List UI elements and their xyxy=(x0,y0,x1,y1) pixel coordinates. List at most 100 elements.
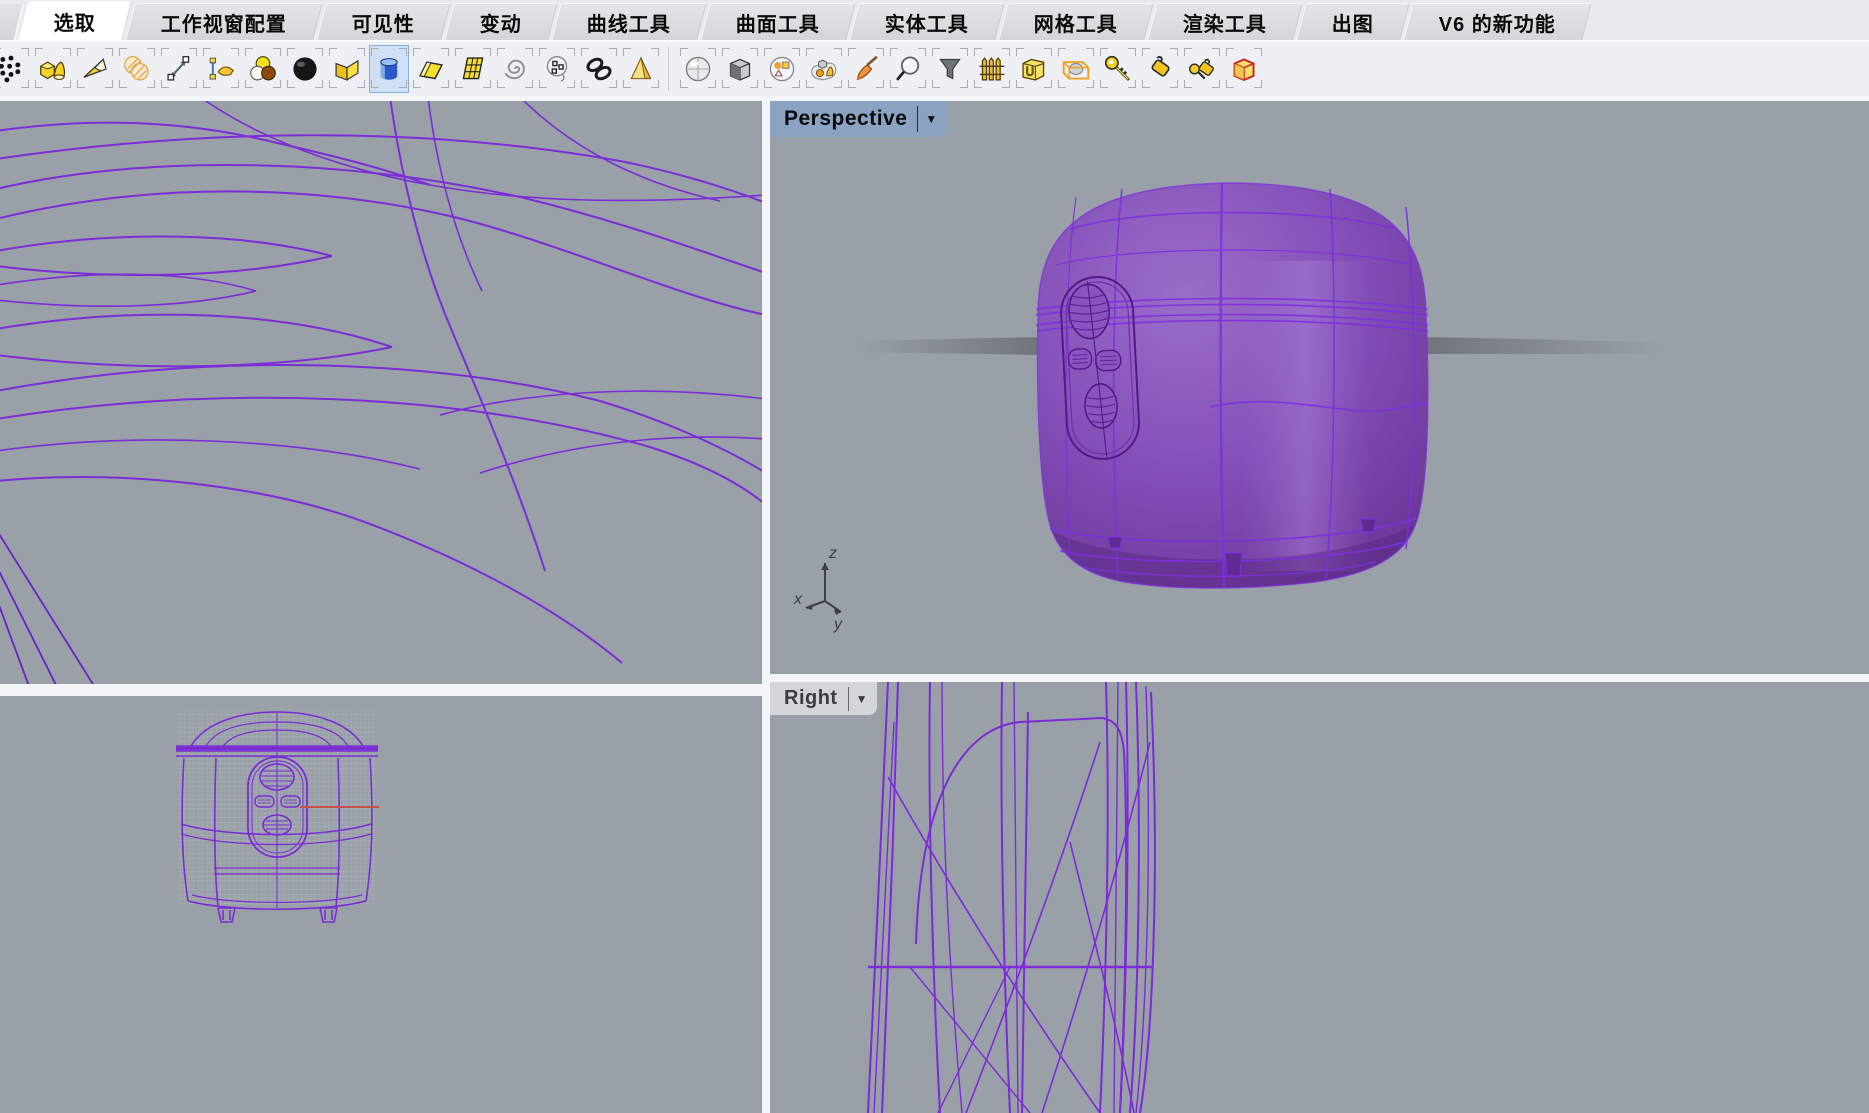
tab-0[interactable]: 选取 xyxy=(18,1,132,40)
gray-sphere-icon xyxy=(683,54,713,84)
tag-icon xyxy=(1145,54,1175,84)
tool-yellow-surface[interactable] xyxy=(412,46,450,92)
tab-label: 曲面工具 xyxy=(736,8,820,37)
viewport-area: z x y Perspective ▼ xyxy=(0,96,1869,1113)
chevron-down-icon[interactable]: ▼ xyxy=(856,692,878,706)
tab-8[interactable]: 渲染工具 xyxy=(1147,3,1302,40)
tool-gray-cube[interactable] xyxy=(721,46,759,92)
ruler-hand-icon xyxy=(206,54,236,84)
tab-label: 曲线工具 xyxy=(587,8,671,37)
tool-hatched-circles[interactable] xyxy=(118,46,156,92)
rice-cooker-model xyxy=(1036,183,1428,588)
cone-slice-icon xyxy=(80,54,110,84)
spiral-icon xyxy=(500,54,530,84)
shadow-plane-left xyxy=(855,337,1038,355)
shapes-circle-icon xyxy=(767,54,797,84)
rhino-app-window: 选取工作视窗配置 可见性 变动 曲线工具 曲面工具 实体工具网格工具 渲染工具 出图 V6 的新… xyxy=(0,0,1869,1113)
right-view-canvas xyxy=(770,682,1869,1113)
key-tag-icon xyxy=(1187,54,1217,84)
tab-label: 变动 xyxy=(480,8,522,37)
move-scale-arrow-icon xyxy=(164,54,194,84)
viewport-label-text: Perspective xyxy=(784,107,907,131)
solids-group-icon xyxy=(809,54,839,84)
magnifier-icon xyxy=(893,54,923,84)
box-cone-icon xyxy=(38,54,68,84)
tab-3[interactable]: 变动 xyxy=(444,3,557,40)
tab-label: V6 的新功能 xyxy=(1439,8,1556,37)
funnel-filter-icon xyxy=(935,54,965,84)
tool-tag[interactable] xyxy=(1141,46,1179,92)
tool-spiral[interactable] xyxy=(496,46,534,92)
dots-grid-icon xyxy=(0,54,26,84)
top-left-wireframe xyxy=(0,101,762,684)
tab-bar: 选取工作视窗配置 可见性 变动 曲线工具 曲面工具 实体工具网格工具 渲染工具 出图 V6 的新… xyxy=(0,0,1869,42)
gray-cube-icon xyxy=(725,54,755,84)
tool-gray-sphere[interactable] xyxy=(679,46,717,92)
tool-key-tag[interactable] xyxy=(1183,46,1221,92)
tab-6[interactable]: 实体工具 xyxy=(849,3,1004,40)
pyramid-icon xyxy=(626,54,656,84)
tool-chain-links[interactable] xyxy=(580,46,618,92)
tab-label: 渲染工具 xyxy=(1183,8,1267,37)
tab-5[interactable]: 曲面工具 xyxy=(700,3,855,40)
tab-label: 出图 xyxy=(1332,8,1374,37)
tab-label: 实体工具 xyxy=(885,8,969,37)
axis-x-label: x xyxy=(793,591,803,608)
tool-dots-grid[interactable] xyxy=(0,46,30,92)
yellow-surface-icon xyxy=(416,54,446,84)
label-separator xyxy=(848,687,849,711)
tool-solids-group[interactable] xyxy=(805,46,843,92)
tool-grid-surface[interactable] xyxy=(454,46,492,92)
tool-magnifier[interactable] xyxy=(889,46,927,92)
wire-box-icon xyxy=(1061,54,1091,84)
tool-open-sheet[interactable] xyxy=(328,46,366,92)
viewport-label-perspective[interactable]: Perspective ▼ xyxy=(770,101,947,137)
tool-three-spheres[interactable] xyxy=(244,46,282,92)
tab-2[interactable]: 可见性 xyxy=(316,3,450,40)
viewport-perspective[interactable]: z x y Perspective ▼ xyxy=(770,101,1869,674)
paintbrush-icon xyxy=(851,54,881,84)
viewport-bottom-left[interactable] xyxy=(0,696,762,1113)
main-toolbar xyxy=(0,42,1869,96)
tool-black-sphere[interactable] xyxy=(286,46,324,92)
tool-funnel-filter[interactable] xyxy=(931,46,969,92)
tool-move-scale-arrow[interactable] xyxy=(160,46,198,92)
tool-shapes-circle[interactable] xyxy=(763,46,801,92)
chain-links-icon xyxy=(584,54,614,84)
blue-cylinder-icon xyxy=(374,54,404,84)
tool-red-edge-box[interactable] xyxy=(1225,46,1263,92)
red-edge-box-icon xyxy=(1229,54,1259,84)
tab-label: 可见性 xyxy=(352,8,415,37)
shadow-plane-right xyxy=(1426,337,1660,354)
tool-cone-slice[interactable] xyxy=(76,46,114,92)
perspective-canvas: z x y xyxy=(770,101,1869,674)
chevron-down-icon[interactable]: ▼ xyxy=(925,112,947,126)
tool-blue-cylinder[interactable] xyxy=(370,46,408,92)
viewport-right[interactable]: Right ▼ xyxy=(770,682,1869,1113)
tab-10[interactable]: V6 的新功能 xyxy=(1403,3,1591,40)
label-separator xyxy=(917,106,918,132)
viewport-top-left[interactable] xyxy=(0,101,762,684)
axis-y-label: y xyxy=(833,616,843,633)
tool-u-box[interactable] xyxy=(1015,46,1053,92)
tab-4[interactable]: 曲线工具 xyxy=(551,3,706,40)
tool-box-cone[interactable] xyxy=(34,46,72,92)
tool-pyramid[interactable] xyxy=(622,46,660,92)
front-view-canvas xyxy=(0,696,762,1113)
axis-gizmo: z x y xyxy=(793,545,843,633)
tool-point-cloud[interactable] xyxy=(538,46,576,92)
grid-surface-icon xyxy=(458,54,488,84)
tool-wire-box[interactable] xyxy=(1057,46,1095,92)
tab-7[interactable]: 网格工具 xyxy=(998,3,1153,40)
tool-fence[interactable] xyxy=(973,46,1011,92)
tool-ruler-hand[interactable] xyxy=(202,46,240,92)
tab-1[interactable]: 工作视窗配置 xyxy=(125,3,322,40)
key-icon xyxy=(1103,54,1133,84)
tab-9[interactable]: 出图 xyxy=(1296,3,1409,40)
fence-icon xyxy=(977,54,1007,84)
tab-label: 选取 xyxy=(54,7,96,36)
tool-paintbrush[interactable] xyxy=(847,46,885,92)
viewport-label-right[interactable]: Right ▼ xyxy=(770,682,877,715)
tool-key[interactable] xyxy=(1099,46,1137,92)
black-sphere-icon xyxy=(290,54,320,84)
